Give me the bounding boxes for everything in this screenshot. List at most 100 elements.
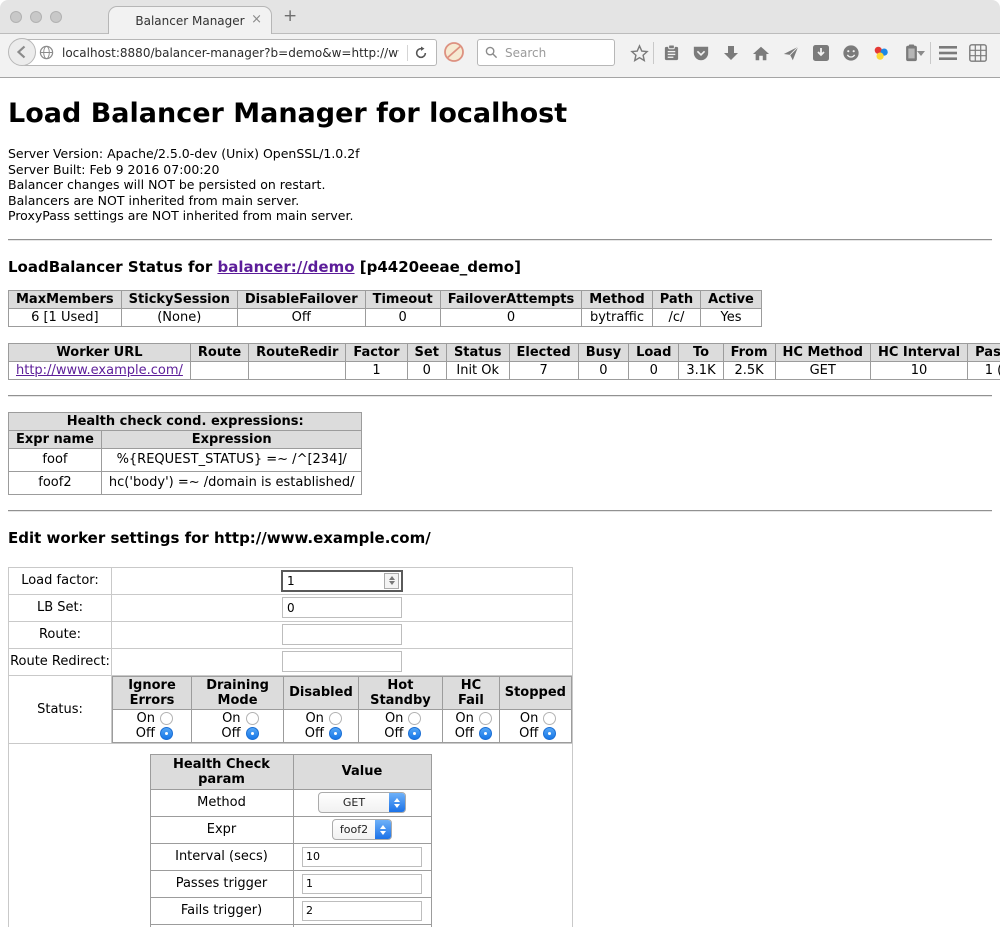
expr-name: foof xyxy=(9,448,102,471)
col-busy: Busy xyxy=(578,343,628,361)
ignore-errors-on-radio[interactable] xyxy=(160,712,173,725)
url-bar[interactable] xyxy=(22,39,437,66)
feedback-icon[interactable] xyxy=(841,43,861,63)
method-select[interactable]: GET xyxy=(318,792,406,813)
home-icon[interactable] xyxy=(751,43,771,63)
bookmark-star-icon[interactable] xyxy=(629,43,649,63)
hot-standby-off-radio[interactable] xyxy=(408,727,421,740)
hc-expressions-table: Health check cond. expressions: Expr nam… xyxy=(8,412,362,495)
interval-label: Interval (secs) xyxy=(150,843,293,870)
draining-mode-on-radio[interactable] xyxy=(246,712,259,725)
reload-icon[interactable] xyxy=(414,46,428,60)
divider xyxy=(8,395,992,397)
panel-icon[interactable] xyxy=(811,43,831,63)
heading-prefix: LoadBalancer Status for xyxy=(8,258,217,276)
number-spinner-icon[interactable] xyxy=(384,573,399,589)
send-icon[interactable] xyxy=(781,43,801,63)
stopped-off-radio[interactable] xyxy=(543,727,556,740)
disabled-on-radio[interactable] xyxy=(329,712,342,725)
table-row: 6 [1 Used] (None) Off 0 0 bytraffic /c/ … xyxy=(9,308,762,326)
cell-factor: 1 xyxy=(346,361,407,379)
worker-url-link[interactable]: http://www.example.com/ xyxy=(16,363,183,378)
table-header-row: Worker URL Route RouteRedir Factor Set S… xyxy=(9,343,1000,361)
new-tab-button[interactable]: + xyxy=(283,6,297,26)
col-elected: Elected xyxy=(509,343,578,361)
close-window-button[interactable] xyxy=(10,11,22,23)
divider xyxy=(8,239,992,241)
cell-set: 0 xyxy=(407,361,446,379)
col-ignore-errors: Ignore Errors xyxy=(113,676,192,709)
search-bar[interactable] xyxy=(477,39,615,66)
minimize-window-button[interactable] xyxy=(30,11,42,23)
hc-fail-on-radio[interactable] xyxy=(479,712,492,725)
ignore-errors-off-radio[interactable] xyxy=(160,727,173,740)
route-input[interactable] xyxy=(282,624,402,645)
hot-standby-on-radio[interactable] xyxy=(408,712,421,725)
hc-expressions-title: Health check cond. expressions: xyxy=(9,412,362,430)
proxypass-note: ProxyPass settings are NOT inherited fro… xyxy=(8,208,992,224)
form-row: LB Set: xyxy=(9,594,573,621)
download-arrow-icon[interactable] xyxy=(721,43,741,63)
tab-close-icon[interactable]: × xyxy=(251,13,262,27)
form-row: Load factor: xyxy=(9,567,573,594)
col-hc-interval: HC Interval xyxy=(870,343,967,361)
expr-select[interactable]: foof2 xyxy=(332,819,392,840)
col-failoverattempts: FailoverAttempts xyxy=(440,290,582,308)
plugin-blocked-icon[interactable] xyxy=(443,41,465,63)
on-label: On xyxy=(300,711,324,726)
status-table: Ignore Errors Draining Mode Disabled Hot… xyxy=(112,676,572,743)
back-button[interactable] xyxy=(8,38,36,66)
lb-set-input[interactable] xyxy=(282,597,402,618)
cell-passes: 1 (0) xyxy=(968,361,1000,379)
browser-window: Balancer Manager × + xyxy=(0,0,1000,927)
clipboard-icon[interactable] xyxy=(661,43,681,63)
urlbar-divider xyxy=(407,45,408,61)
col-path: Path xyxy=(652,290,700,308)
lb-set-label: LB Set: xyxy=(9,594,112,621)
col-set: Set xyxy=(407,343,446,361)
off-label: Off xyxy=(300,726,324,741)
fails-input[interactable] xyxy=(302,901,422,921)
url-input[interactable] xyxy=(60,45,401,61)
cell-busy: 0 xyxy=(578,361,628,379)
col-to: To xyxy=(679,343,723,361)
status-label: Status: xyxy=(9,675,112,743)
menu-icon[interactable] xyxy=(938,43,958,63)
table-row: foof2 hc('body') =~ /domain is establish… xyxy=(9,471,362,494)
interval-input[interactable] xyxy=(302,847,422,867)
col-stopped: Stopped xyxy=(499,676,571,709)
on-label: On xyxy=(131,711,155,726)
fails-label: Fails trigger) xyxy=(150,897,293,924)
pocket-icon[interactable] xyxy=(691,43,711,63)
cell-status: Init Ok xyxy=(446,361,509,379)
col-hc-value: Value xyxy=(293,754,431,789)
route-redirect-input[interactable] xyxy=(282,651,402,672)
col-method: Method xyxy=(582,290,652,308)
off-label: Off xyxy=(131,726,155,741)
hc-fail-off-radio[interactable] xyxy=(479,727,492,740)
load-factor-input[interactable] xyxy=(281,570,403,592)
col-active: Active xyxy=(701,290,762,308)
table-row: Passes trigger xyxy=(150,870,431,897)
on-label: On xyxy=(217,711,241,726)
cell-elected: 7 xyxy=(509,361,578,379)
cell-route xyxy=(190,361,248,379)
cell-hc-interval: 10 xyxy=(870,361,967,379)
grid-icon[interactable] xyxy=(968,43,988,63)
persist-note: Balancer changes will NOT be persisted o… xyxy=(8,177,992,193)
draining-mode-off-radio[interactable] xyxy=(246,727,259,740)
edit-worker-heading: Edit worker settings for http://www.exam… xyxy=(8,529,992,547)
col-factor: Factor xyxy=(346,343,407,361)
disabled-off-radio[interactable] xyxy=(329,727,342,740)
balancer-link[interactable]: balancer://demo xyxy=(217,258,354,276)
col-hc-param: Health Check param xyxy=(150,754,293,789)
search-input[interactable] xyxy=(503,45,597,61)
colors-icon[interactable] xyxy=(871,43,891,63)
zoom-window-button[interactable] xyxy=(50,11,62,23)
passes-input[interactable] xyxy=(302,874,422,894)
dropdown-caret-icon[interactable] xyxy=(915,43,927,63)
col-timeout: Timeout xyxy=(365,290,440,308)
cell-to: 3.1K xyxy=(679,361,723,379)
stopped-on-radio[interactable] xyxy=(543,712,556,725)
browser-tab[interactable]: Balancer Manager × xyxy=(108,6,272,35)
